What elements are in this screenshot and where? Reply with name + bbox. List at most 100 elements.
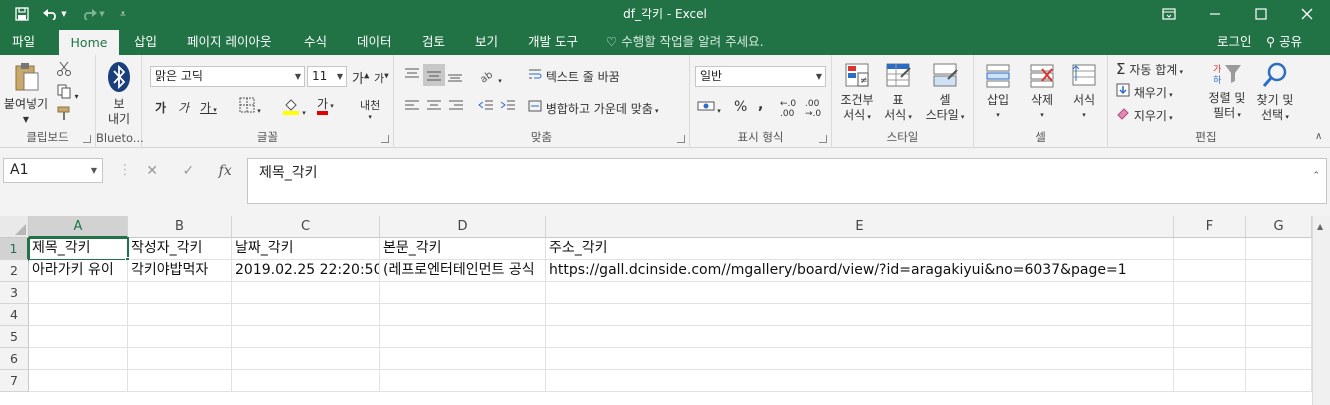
cell-g1[interactable] xyxy=(1246,238,1312,260)
row-header-1[interactable]: 1 xyxy=(0,238,29,260)
tab-home[interactable]: Home xyxy=(59,30,119,55)
font-name-dropdown[interactable]: 맑은 고딕 ▼ xyxy=(150,66,305,87)
wrap-text-button[interactable]: 텍스트 줄 바꿈 xyxy=(528,67,620,85)
decrease-indent-icon[interactable] xyxy=(478,99,494,116)
format-painter-icon[interactable] xyxy=(56,105,72,124)
align-top-icon[interactable] xyxy=(404,67,420,86)
cell-d7[interactable] xyxy=(380,370,546,392)
cut-icon[interactable] xyxy=(56,61,72,80)
cell-b4[interactable] xyxy=(128,304,232,326)
customize-qat-icon[interactable]: ⩡ xyxy=(112,0,134,28)
find-select-button[interactable]: 찾기 및 선택 ▾ xyxy=(1252,61,1298,125)
percent-style-button[interactable]: % xyxy=(734,99,747,115)
cell-b5[interactable] xyxy=(128,326,232,348)
fill-button[interactable]: 채우기 ▾ xyxy=(1116,83,1173,101)
decrease-decimal-icon[interactable]: .00 →.0 xyxy=(805,99,821,119)
vertical-scrollbar[interactable]: ▲ xyxy=(1312,216,1330,405)
cell-c4[interactable] xyxy=(232,304,380,326)
alignment-launcher-icon[interactable] xyxy=(677,135,685,143)
tab-developer[interactable]: 개발 도구 xyxy=(528,28,578,55)
number-launcher-icon[interactable] xyxy=(819,135,827,143)
autosum-button[interactable]: Σ 자동 합계 ▾ xyxy=(1116,60,1183,78)
column-header-c[interactable]: C xyxy=(232,216,380,238)
conditional-formatting-button[interactable]: ≠ 조건부 서식 ▾ xyxy=(834,61,880,125)
tab-file[interactable]: 파일 xyxy=(12,28,35,55)
ribbon-display-options-icon[interactable] xyxy=(1146,0,1192,28)
align-bottom-icon[interactable] xyxy=(447,67,463,86)
cell-e7[interactable] xyxy=(546,370,1174,392)
cell-g7[interactable] xyxy=(1246,370,1312,392)
select-all-corner[interactable] xyxy=(0,216,29,238)
align-left-icon[interactable] xyxy=(404,99,420,116)
cell-a4[interactable] xyxy=(29,304,128,326)
cell-c2[interactable]: 2019.02.25 22:20:50 xyxy=(232,260,380,282)
cell-e6[interactable] xyxy=(546,348,1174,370)
delete-cells-button[interactable]: 삭제 ▾ xyxy=(1022,61,1062,123)
tab-view[interactable]: 보기 xyxy=(475,28,498,55)
font-launcher-icon[interactable] xyxy=(381,135,389,143)
cell-e5[interactable] xyxy=(546,326,1174,348)
minimize-icon[interactable] xyxy=(1192,0,1238,28)
cell-g5[interactable] xyxy=(1246,326,1312,348)
tab-formulas[interactable]: 수식 xyxy=(304,28,327,55)
tab-review[interactable]: 검토 xyxy=(422,28,445,55)
accounting-format-icon[interactable]: ▾ xyxy=(697,99,721,116)
clear-button[interactable]: 지우기 ▾ xyxy=(1116,106,1173,124)
row-header-5[interactable]: 5 xyxy=(0,326,29,348)
cell-styles-button[interactable]: 셀 스타일 ▾ xyxy=(920,61,970,125)
cell-e1[interactable]: 주소_각키 xyxy=(546,238,1174,260)
row-header-6[interactable]: 6 xyxy=(0,348,29,370)
sign-in-link[interactable]: 로그인 xyxy=(1217,28,1252,55)
sort-filter-button[interactable]: 가하 정렬 및 필터 ▾ xyxy=(1204,61,1250,123)
cell-f2[interactable] xyxy=(1174,260,1246,282)
insert-function-button[interactable]: fx xyxy=(219,163,232,179)
cell-b1[interactable]: 작성자_각키 xyxy=(128,238,232,260)
cell-a7[interactable] xyxy=(29,370,128,392)
copy-icon[interactable]: ▾ xyxy=(56,83,79,102)
cell-f7[interactable] xyxy=(1174,370,1246,392)
row-header-3[interactable]: 3 xyxy=(0,282,29,304)
cell-b3[interactable] xyxy=(128,282,232,304)
cell-c6[interactable] xyxy=(232,348,380,370)
borders-button[interactable]: ▾ xyxy=(239,97,261,116)
cell-c5[interactable] xyxy=(232,326,380,348)
font-size-dropdown[interactable]: 11 ▼ xyxy=(307,66,347,87)
paste-button[interactable]: 붙여넣기 ▼ xyxy=(2,61,50,127)
cell-g3[interactable] xyxy=(1246,282,1312,304)
formula-input[interactable]: 제목_각키 ⌃ xyxy=(247,158,1327,204)
cell-e4[interactable] xyxy=(546,304,1174,326)
cell-a1[interactable]: 제목_각키 xyxy=(28,237,129,261)
cell-f5[interactable] xyxy=(1174,326,1246,348)
column-header-d[interactable]: D xyxy=(380,216,546,238)
cell-g6[interactable] xyxy=(1246,348,1312,370)
maximize-icon[interactable] xyxy=(1238,0,1284,28)
format-as-table-button[interactable]: 표 서식 ▾ xyxy=(878,61,918,125)
cell-d2[interactable]: (레프로엔터테인먼트 공식 xyxy=(380,260,546,282)
italic-button[interactable]: 가 xyxy=(178,99,189,116)
increase-decimal-icon[interactable]: ←.0.00 xyxy=(780,99,796,119)
font-color-button[interactable]: 가 ▾ xyxy=(317,97,334,115)
column-header-e[interactable]: E xyxy=(546,216,1174,238)
tab-page-layout[interactable]: 페이지 레이아웃 xyxy=(187,28,271,55)
row-header-4[interactable]: 4 xyxy=(0,304,29,326)
fill-color-button[interactable]: ▾ xyxy=(282,97,306,118)
orientation-icon[interactable]: ab ▾ xyxy=(478,67,502,86)
column-header-f[interactable]: F xyxy=(1174,216,1246,238)
comma-style-button[interactable]: , xyxy=(758,97,763,113)
column-header-a[interactable]: A xyxy=(29,216,128,238)
tell-me-box[interactable]: ♡ 수행할 작업을 알려 주세요. xyxy=(606,28,764,55)
cell-b6[interactable] xyxy=(128,348,232,370)
cell-e3[interactable] xyxy=(546,282,1174,304)
cell-a5[interactable] xyxy=(29,326,128,348)
underline-button[interactable]: 가 ▾ xyxy=(200,99,217,116)
cell-f4[interactable] xyxy=(1174,304,1246,326)
close-icon[interactable] xyxy=(1284,0,1330,28)
share-button[interactable]: ⚲ 공유 xyxy=(1266,28,1302,55)
cell-g2[interactable] xyxy=(1246,260,1312,282)
bold-button[interactable]: 가 xyxy=(155,99,166,116)
clipboard-launcher-icon[interactable] xyxy=(83,135,91,143)
align-middle-icon[interactable] xyxy=(423,64,445,86)
cell-b7[interactable] xyxy=(128,370,232,392)
tab-data[interactable]: 데이터 xyxy=(357,28,392,55)
scroll-up-icon[interactable]: ▲ xyxy=(1317,222,1323,231)
